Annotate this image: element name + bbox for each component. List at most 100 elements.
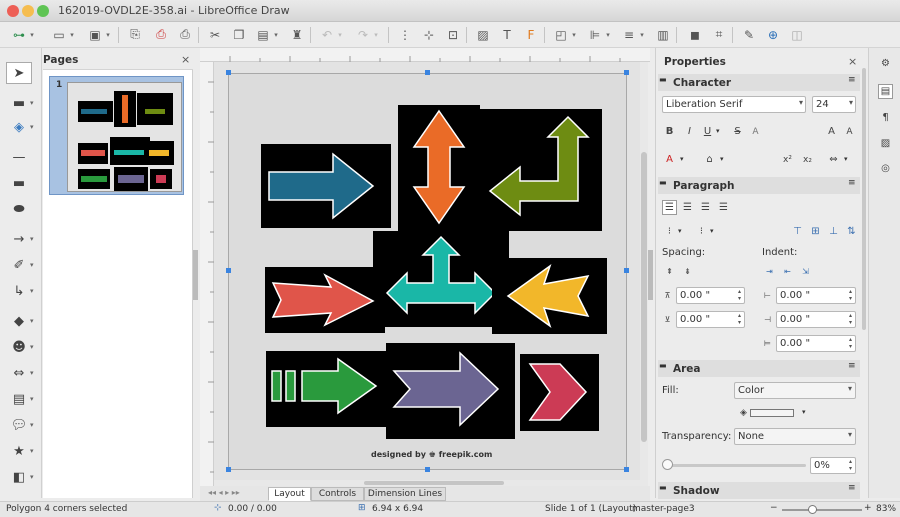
pane-splitter[interactable] bbox=[648, 250, 653, 300]
textbox-icon[interactable]: T bbox=[498, 26, 516, 43]
text-direction-icon[interactable]: ⇅ bbox=[844, 224, 859, 239]
increase-spacing-icon[interactable]: ⇞ bbox=[662, 264, 677, 279]
transparency-select[interactable]: None ▾ bbox=[734, 428, 856, 445]
menu-icon[interactable]: ≡ bbox=[848, 483, 856, 493]
menu-icon[interactable]: ≡ bbox=[848, 75, 856, 85]
highlight-icon[interactable]: ⌂ bbox=[702, 152, 717, 167]
3d-objects-icon[interactable]: ◧ bbox=[6, 466, 32, 488]
symbol-shapes-icon[interactable]: ☻ bbox=[6, 336, 32, 358]
transparency-slider[interactable] bbox=[666, 464, 806, 467]
chevron-down-icon[interactable]: ▾ bbox=[30, 388, 38, 410]
connectors-icon[interactable]: ↳ bbox=[6, 280, 32, 302]
align-center-icon[interactable]: ☰ bbox=[680, 200, 695, 215]
area-header[interactable]: Area bbox=[658, 360, 860, 377]
spin-icon[interactable]: ▴ ▾ bbox=[735, 288, 744, 303]
callouts-icon[interactable]: 💬︎ bbox=[6, 414, 32, 436]
collapse-icon[interactable]: ▬ bbox=[659, 178, 667, 187]
chevron-down-icon[interactable]: ▾ bbox=[680, 155, 684, 163]
first-line-indent-field[interactable]: 0.00 " ▴ ▾ bbox=[776, 335, 856, 352]
select-tool-icon[interactable]: ➤ bbox=[6, 62, 32, 84]
maximize-window-button[interactable] bbox=[37, 5, 49, 17]
font-name-select[interactable]: Liberation Serif ▾ bbox=[662, 96, 806, 113]
chevron-down-icon[interactable]: ▾ bbox=[30, 280, 38, 302]
italic-button[interactable]: I bbox=[682, 124, 697, 139]
sidebar-settings-icon[interactable]: ⚙ bbox=[878, 56, 893, 71]
fill-color-icon[interactable]: ◈ bbox=[6, 116, 32, 138]
export-pdf-icon[interactable]: ⎙ bbox=[152, 26, 170, 43]
align-objects-icon[interactable]: ⊫ bbox=[586, 26, 604, 43]
subscript-icon[interactable]: x₂ bbox=[800, 152, 815, 167]
before-indent-field[interactable]: 0.00 " ▴ ▾ bbox=[776, 287, 856, 304]
rectangle-tool-icon[interactable]: ▬ bbox=[6, 172, 32, 194]
ellipse-tool-icon[interactable]: ⬬ bbox=[6, 198, 32, 220]
bold-button[interactable]: B bbox=[662, 124, 677, 139]
blue-arrow-tile[interactable] bbox=[261, 144, 391, 228]
spin-icon[interactable]: ▴ ▾ bbox=[846, 288, 855, 303]
chevron-down-icon[interactable]: ▾ bbox=[104, 26, 112, 43]
curves-icon[interactable]: ✐ bbox=[6, 254, 32, 276]
chevron-down-icon[interactable]: ▾ bbox=[30, 362, 38, 384]
chevron-down-icon[interactable]: ▾ bbox=[272, 26, 280, 43]
tab-dimension-lines[interactable]: Dimension Lines bbox=[364, 487, 446, 501]
paste-icon[interactable]: ▤ bbox=[254, 26, 272, 43]
hanging-indent-icon[interactable]: ⇲ bbox=[798, 264, 813, 279]
zoom-slider[interactable] bbox=[782, 509, 862, 511]
chevron-down-icon[interactable]: ▾ bbox=[720, 155, 724, 163]
shrink-font-button[interactable]: A bbox=[842, 124, 857, 139]
collapse-icon[interactable]: ▬ bbox=[659, 75, 667, 84]
chevron-down-icon[interactable]: ▾ bbox=[372, 26, 380, 43]
chevron-down-icon[interactable]: ▾ bbox=[30, 92, 38, 114]
gluepoints-icon[interactable]: ⊕ bbox=[764, 26, 782, 43]
spin-icon[interactable]: ▴ ▾ bbox=[846, 312, 855, 327]
menu-icon[interactable]: ≡ bbox=[848, 178, 856, 188]
selection-handle[interactable] bbox=[226, 70, 231, 75]
chevron-down-icon[interactable]: ▾ bbox=[802, 408, 806, 416]
pane-splitter[interactable] bbox=[193, 250, 198, 300]
export-icon[interactable]: ⎘ bbox=[126, 26, 144, 43]
zoom-slider-thumb[interactable] bbox=[808, 505, 817, 514]
close-icon[interactable]: × bbox=[848, 55, 857, 68]
drawing-page[interactable]: designed by ♚ freepik.com bbox=[228, 73, 627, 470]
sidebar-scrollbar[interactable] bbox=[862, 68, 866, 330]
chevron-down-icon[interactable]: ▾ bbox=[28, 26, 36, 43]
selection-handle[interactable] bbox=[425, 467, 430, 472]
redo-icon[interactable]: ↷ bbox=[354, 26, 372, 43]
font-size-select[interactable]: 24 ▾ bbox=[812, 96, 856, 113]
crop-icon[interactable]: ⌗ bbox=[710, 26, 728, 43]
grow-font-button[interactable]: A bbox=[824, 124, 839, 139]
decrease-indent-icon[interactable]: ⇤ bbox=[780, 264, 795, 279]
fill-color-swatch[interactable] bbox=[750, 409, 794, 417]
character-spacing-icon[interactable]: ⇔ bbox=[826, 152, 841, 167]
bullets-icon[interactable]: ⁝ bbox=[662, 224, 677, 239]
red-arrow-tile[interactable] bbox=[265, 267, 385, 333]
shadow-icon[interactable]: ◼ bbox=[686, 26, 704, 43]
tab-layout[interactable]: Layout bbox=[268, 487, 311, 501]
chevron-down-icon[interactable]: ▾ bbox=[570, 26, 578, 43]
valign-bottom-icon[interactable]: ⊥ bbox=[826, 224, 841, 239]
chevron-down-icon[interactable]: ▾ bbox=[30, 228, 38, 250]
selection-handle[interactable] bbox=[624, 268, 629, 273]
shadow-text-icon[interactable]: A bbox=[748, 124, 763, 139]
below-spacing-field[interactable]: 0.00 " ▴ ▾ bbox=[676, 311, 745, 328]
vertical-scrollbar[interactable] bbox=[640, 62, 648, 486]
image-icon[interactable]: ▨ bbox=[474, 26, 492, 43]
strikethrough-button[interactable]: S bbox=[730, 124, 745, 139]
underline-button[interactable]: U bbox=[700, 124, 715, 139]
menu-icon[interactable]: ≡ bbox=[848, 361, 856, 371]
page-thumbnail[interactable]: 1 bbox=[49, 76, 184, 195]
print-icon[interactable]: ⎙ bbox=[176, 26, 194, 43]
copy-icon[interactable]: ❐ bbox=[230, 26, 248, 43]
collapse-icon[interactable]: ▬ bbox=[659, 361, 667, 370]
valign-top-icon[interactable]: ⊤ bbox=[790, 224, 805, 239]
after-indent-field[interactable]: 0.00 " ▴ ▾ bbox=[776, 311, 856, 328]
purple-arrow-tile[interactable] bbox=[386, 343, 515, 439]
helplines-icon[interactable]: ⊹ bbox=[420, 26, 438, 43]
chevron-down-icon[interactable]: ▾ bbox=[336, 26, 344, 43]
slider-thumb[interactable] bbox=[662, 459, 673, 470]
tab-controls[interactable]: Controls bbox=[311, 487, 364, 501]
undo-icon[interactable]: ↶ bbox=[318, 26, 336, 43]
chevron-down-icon[interactable]: ▾ bbox=[30, 254, 38, 276]
collapse-icon[interactable]: ▬ bbox=[659, 483, 667, 492]
properties-deck-icon[interactable]: ▤ bbox=[878, 84, 893, 99]
zoom-out-icon[interactable]: − bbox=[770, 503, 778, 513]
